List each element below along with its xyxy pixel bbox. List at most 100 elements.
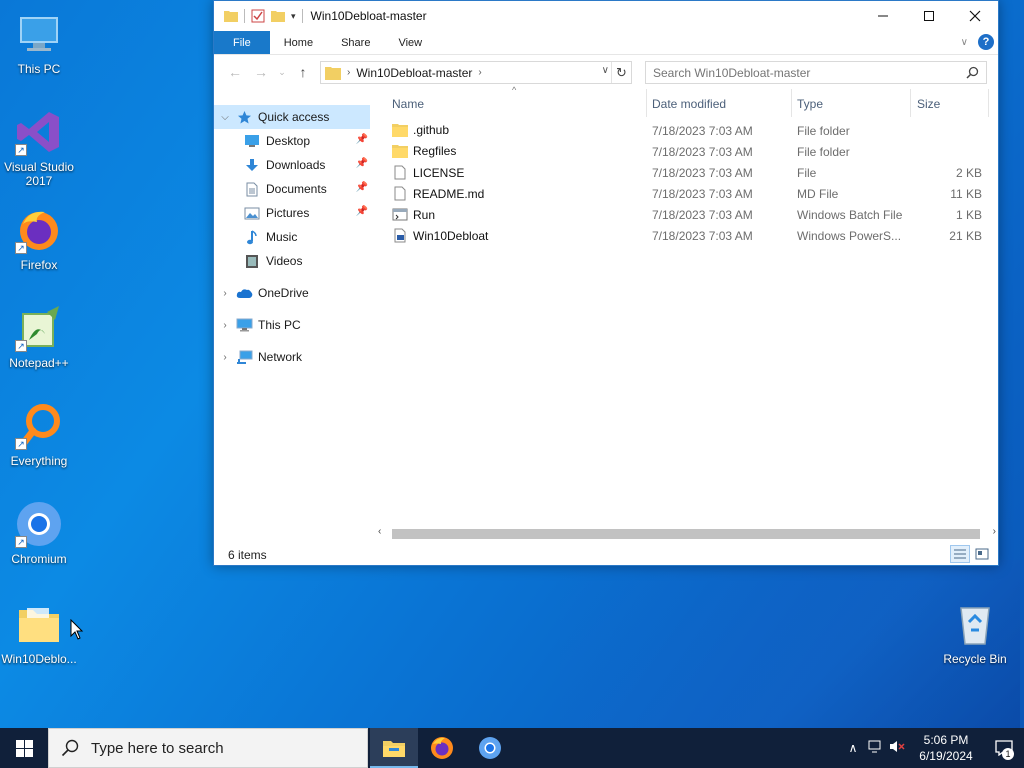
show-hidden-icons-chevron-icon[interactable]: ∧: [842, 741, 864, 755]
pin-icon: 📌: [355, 182, 368, 193]
title-bar[interactable]: ▾ Win10Debloat-master: [214, 1, 998, 31]
desktop-icon-everything[interactable]: ↗ Everything: [0, 402, 78, 468]
breadcrumb-chevron-icon[interactable]: ›: [347, 67, 350, 78]
column-divider[interactable]: [646, 89, 647, 117]
tab-file[interactable]: File: [214, 31, 270, 54]
taskbar-search-box[interactable]: Type here to search: [48, 728, 368, 768]
close-button[interactable]: [952, 1, 998, 31]
collapsed-chevron-icon[interactable]: ›: [218, 320, 232, 331]
action-center-button[interactable]: 1: [984, 728, 1024, 768]
column-header-type[interactable]: Type: [797, 97, 823, 111]
desktop-icon-notepadpp[interactable]: ↗ Notepad++: [0, 304, 78, 370]
search-input[interactable]: [653, 65, 953, 80]
folder-icon: [392, 145, 408, 158]
file-date: 7/18/2023 7:03 AM: [652, 166, 753, 180]
file-row[interactable]: README.md 7/18/2023 7:03 AM MD File 11 K…: [384, 184, 989, 205]
nav-item-pictures[interactable]: Pictures 📌: [214, 201, 374, 225]
search-icon[interactable]: [966, 66, 979, 79]
refresh-icon[interactable]: ↻: [611, 62, 631, 83]
file-row[interactable]: .github 7/18/2023 7:03 AM File folder: [384, 121, 989, 142]
collapsed-chevron-icon[interactable]: ›: [218, 352, 232, 363]
tab-share[interactable]: Share: [327, 31, 384, 54]
taskbar-chromium[interactable]: [466, 728, 514, 768]
folder-icon: [224, 11, 238, 22]
new-folder-icon[interactable]: [271, 9, 285, 23]
customize-toolbar-chevron-icon[interactable]: ▾: [291, 11, 296, 22]
back-arrow-icon[interactable]: ←: [224, 64, 246, 80]
properties-icon[interactable]: [251, 9, 265, 23]
file-type: File: [797, 166, 817, 180]
system-clock[interactable]: 5:06 PM 6/19/2024: [908, 732, 984, 764]
nav-item-network[interactable]: › Network: [214, 345, 374, 369]
file-size: 2 KB: [955, 166, 982, 180]
file-size: 1 KB: [955, 208, 982, 222]
nav-item-quick-access[interactable]: ⌵ Quick access: [214, 105, 370, 129]
shortcut-arrow-icon: ↗: [15, 536, 27, 548]
network-status-icon[interactable]: [864, 740, 886, 756]
breadcrumb-chevron-icon[interactable]: ›: [478, 67, 481, 78]
batch-file-icon: [392, 208, 408, 221]
file-row[interactable]: Regfiles 7/18/2023 7:03 AM File folder: [384, 142, 989, 163]
file-row[interactable]: LICENSE 7/18/2023 7:03 AM File 2 KB: [384, 163, 989, 184]
desktop-icon-recycle-bin[interactable]: Recycle Bin: [936, 600, 1014, 666]
file-date: 7/18/2023 7:03 AM: [652, 187, 753, 201]
desktop-icon-label: Visual Studio 2017: [4, 160, 74, 188]
item-count-status: 6 items: [228, 548, 267, 562]
breadcrumb-segment[interactable]: Win10Debloat-master: [356, 66, 472, 80]
file-name: Win10Debloat: [413, 228, 489, 243]
notepad-plus-plus-icon: ↗: [15, 304, 63, 352]
tab-home[interactable]: Home: [270, 31, 327, 54]
desktop-icon-win10debloat-folder[interactable]: Win10Deblo...: [0, 600, 78, 666]
column-header-date[interactable]: Date modified: [652, 97, 726, 111]
nav-item-videos[interactable]: Videos: [214, 249, 374, 273]
collapsed-chevron-icon[interactable]: ›: [218, 288, 232, 299]
large-icons-view-icon[interactable]: [972, 545, 992, 563]
nav-item-documents[interactable]: Documents 📌: [214, 177, 374, 201]
desktop-icon-visual-studio[interactable]: ↗ Visual Studio 2017: [0, 108, 78, 188]
expand-ribbon-chevron-icon[interactable]: ∨: [961, 37, 968, 48]
help-icon[interactable]: ?: [978, 34, 994, 50]
expanded-chevron-icon[interactable]: ⌵: [218, 112, 232, 123]
desktop-icon-firefox[interactable]: ↗ Firefox: [0, 206, 78, 272]
up-arrow-icon[interactable]: ↑: [292, 64, 314, 80]
details-view-icon[interactable]: [950, 545, 970, 563]
desktop-icon-this-pc[interactable]: This PC: [0, 10, 78, 76]
address-history-chevron-icon[interactable]: ∨: [602, 65, 609, 76]
mouse-cursor-icon: [70, 619, 84, 640]
taskbar-file-explorer[interactable]: [370, 728, 418, 768]
file-row[interactable]: Win10Debloat 7/18/2023 7:03 AM Windows P…: [384, 226, 989, 247]
maximize-button[interactable]: [906, 1, 952, 31]
nav-item-this-pc[interactable]: › This PC: [214, 313, 374, 337]
search-icon: [61, 739, 79, 757]
search-box[interactable]: [645, 61, 987, 84]
nav-item-downloads[interactable]: Downloads 📌: [214, 153, 374, 177]
scrollbar-thumb[interactable]: [392, 529, 980, 539]
desktop-icon-label: This PC: [17, 62, 61, 76]
volume-muted-icon[interactable]: [886, 740, 908, 756]
scroll-left-arrow-icon[interactable]: ‹: [378, 526, 381, 537]
toolbar-separator: [244, 9, 245, 23]
desktop-icon-label: Win10Deblo...: [1, 652, 77, 666]
recent-locations-chevron-icon[interactable]: ⌄: [276, 67, 288, 78]
folder-icon: [15, 600, 63, 648]
taskbar-firefox[interactable]: [418, 728, 466, 768]
column-header-size[interactable]: Size: [917, 97, 940, 111]
column-divider[interactable]: [988, 89, 989, 117]
start-button[interactable]: [0, 728, 48, 768]
horizontal-scrollbar[interactable]: ‹ ›: [376, 525, 998, 542]
nav-item-music[interactable]: Music: [214, 225, 374, 249]
minimize-button[interactable]: [860, 1, 906, 31]
nav-item-label: Quick access: [258, 110, 330, 124]
nav-item-onedrive[interactable]: › OneDrive: [214, 281, 374, 305]
forward-arrow-icon[interactable]: →: [250, 64, 272, 80]
nav-item-desktop[interactable]: Desktop 📌: [214, 129, 374, 153]
address-bar[interactable]: › Win10Debloat-master › ∨ ↻: [320, 61, 632, 84]
column-divider[interactable]: [791, 89, 792, 117]
desktop-icon-chromium[interactable]: ↗ Chromium: [0, 500, 78, 566]
tab-view[interactable]: View: [384, 31, 436, 54]
scroll-right-arrow-icon[interactable]: ›: [993, 526, 996, 537]
column-divider[interactable]: [910, 89, 911, 117]
file-row[interactable]: Run 7/18/2023 7:03 AM Windows Batch File…: [384, 205, 989, 226]
column-header-name[interactable]: Name: [392, 97, 424, 111]
file-type: Windows Batch File: [797, 208, 903, 222]
